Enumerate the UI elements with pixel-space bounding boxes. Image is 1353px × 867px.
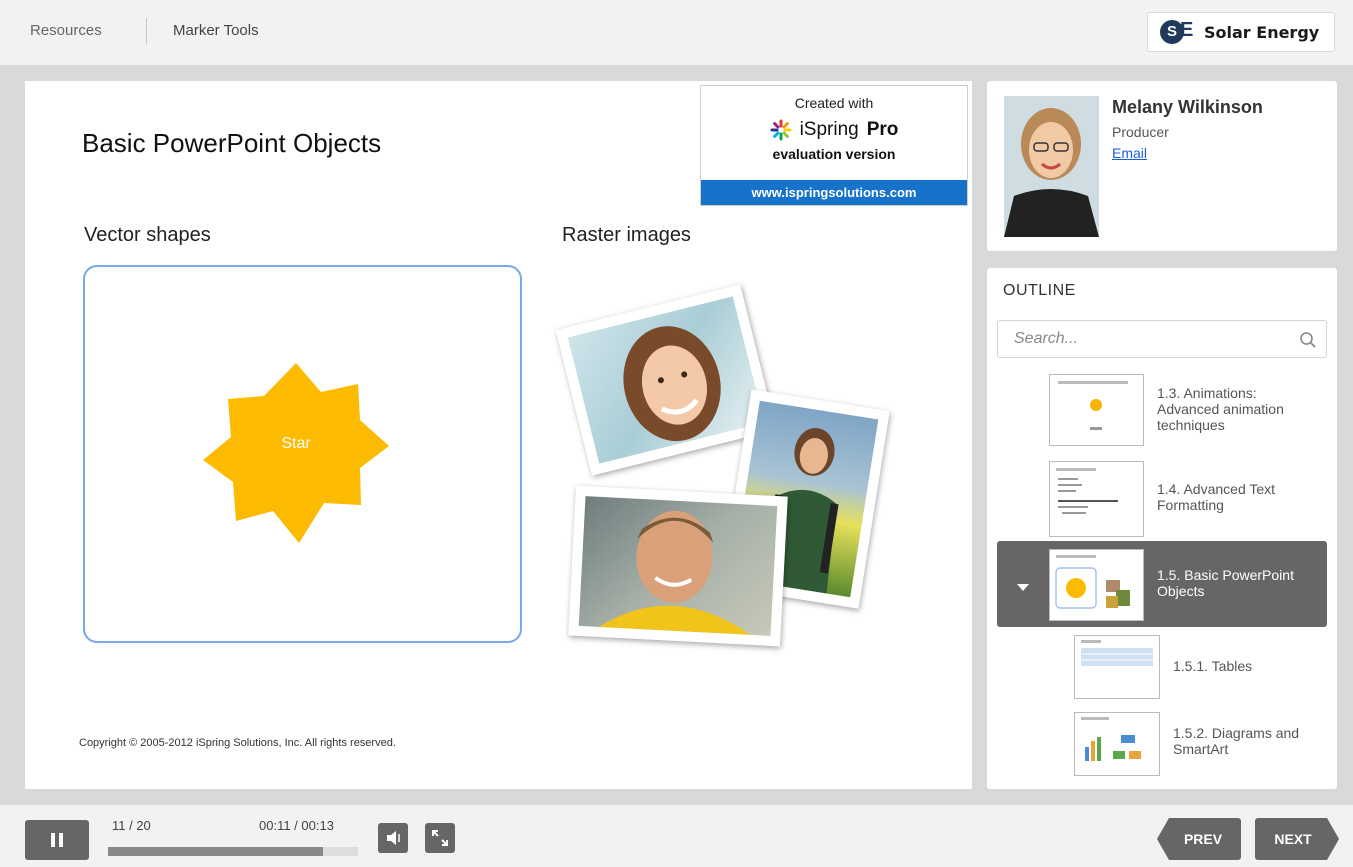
logo-mark-icon: S E (1160, 19, 1196, 45)
watermark-brand-b: Pro (866, 119, 899, 140)
outline-item-1-5-1[interactable]: 1.5.1. Tables (997, 632, 1327, 702)
presenter-card: Melany Wilkinson Producer Email (987, 81, 1337, 251)
outline-label-1-4: 1.4. Advanced Text Formatting (1157, 481, 1276, 513)
progress-fill (108, 847, 323, 856)
volume-button[interactable] (378, 823, 408, 853)
outline-item-1-4[interactable]: 1.4. Advanced Text Formatting (997, 457, 1327, 537)
outline-title: OUTLINE (1003, 282, 1076, 299)
outline-label-1-5: 1.5. Basic PowerPoint Objects (1157, 567, 1294, 599)
outline-thumb-1-5 (1049, 549, 1144, 621)
presenter-avatar (1004, 96, 1099, 237)
logo-mark-e: E (1180, 19, 1194, 41)
search-icon[interactable] (1299, 331, 1317, 349)
vector-shapes-label: Vector shapes (84, 224, 211, 246)
fullscreen-icon (432, 830, 448, 846)
next-button[interactable]: NEXT (1255, 818, 1339, 860)
outline-thumb-1-5-2 (1074, 712, 1160, 776)
raster-images-label: Raster images (562, 224, 691, 246)
outline-item-1-5[interactable]: 1.5. Basic PowerPoint Objects (997, 541, 1327, 627)
photo-man-smiling (568, 485, 788, 647)
logo-text: Solar Energy (1204, 22, 1320, 42)
presenter-name: Melany Wilkinson (1112, 97, 1263, 117)
slide-canvas: Basic PowerPoint Objects Created with iS… (25, 81, 972, 789)
solar-energy-logo: S E Solar Energy (1147, 12, 1335, 52)
outline-label-1-3: 1.3. Animations: Advanced animation tech… (1157, 385, 1284, 433)
pause-icon-right (59, 833, 63, 847)
outline-thumb-1-4 (1049, 461, 1144, 537)
vector-shapes-box: Star (83, 265, 522, 643)
slide-title: Basic PowerPoint Objects (82, 128, 382, 158)
outline-label-1-5-2: 1.5.2. Diagrams and SmartArt (1173, 725, 1300, 757)
presenter-email-link[interactable]: Email (1112, 145, 1147, 161)
progress-bar[interactable] (108, 847, 358, 856)
marker-tools-tab[interactable]: Marker Tools (173, 22, 259, 39)
outline-item-1-5-2[interactable]: 1.5.2. Diagrams and SmartArt (997, 709, 1327, 779)
outline-thumb-1-3 (1049, 374, 1144, 446)
watermark-brand: iSpring Pro (701, 119, 967, 141)
prev-button[interactable]: PREV (1157, 818, 1241, 860)
outline-search-input[interactable] (997, 320, 1327, 358)
watermark-evaluation: evaluation version (772, 146, 896, 162)
fullscreen-button[interactable] (425, 823, 455, 853)
outline-label-1-5-1: 1.5.1. Tables (1173, 658, 1253, 674)
presenter-role: Producer (1112, 124, 1169, 140)
chevron-down-icon[interactable] (1017, 584, 1029, 591)
tab-divider (146, 18, 147, 44)
ispring-watermark[interactable]: Created with iSpring Pro evaluation vers… (700, 85, 968, 206)
watermark-brand-a: iSpring (799, 119, 859, 140)
pause-icon-left (51, 833, 55, 847)
ispring-sunburst-icon (770, 119, 792, 141)
star-label: Star (281, 435, 311, 452)
slide-counter: 11 / 20 (112, 818, 151, 833)
pause-button[interactable] (25, 820, 89, 860)
copyright-text: Copyright © 2005-2012 iSpring Solutions,… (79, 737, 396, 749)
outline-panel: OUTLINE 1.3. Animations: Advanced animat… (987, 268, 1337, 789)
time-display: 00:11 / 00:13 (259, 818, 334, 833)
volume-icon (387, 831, 400, 845)
watermark-created-with: Created with (794, 95, 874, 111)
resources-tab[interactable]: Resources (30, 22, 102, 39)
watermark-url[interactable]: www.ispringsolutions.com (701, 180, 967, 205)
top-bar: Resources Marker Tools S E Solar Energy (0, 0, 1353, 66)
star-shape[interactable]: Star (203, 363, 389, 543)
outline-item-1-3[interactable]: 1.3. Animations: Advanced animation tech… (997, 369, 1327, 447)
outline-thumb-1-5-1 (1074, 635, 1160, 699)
player-controls: 11 / 20 00:11 / 00:13 PREV NEXT (0, 804, 1353, 867)
